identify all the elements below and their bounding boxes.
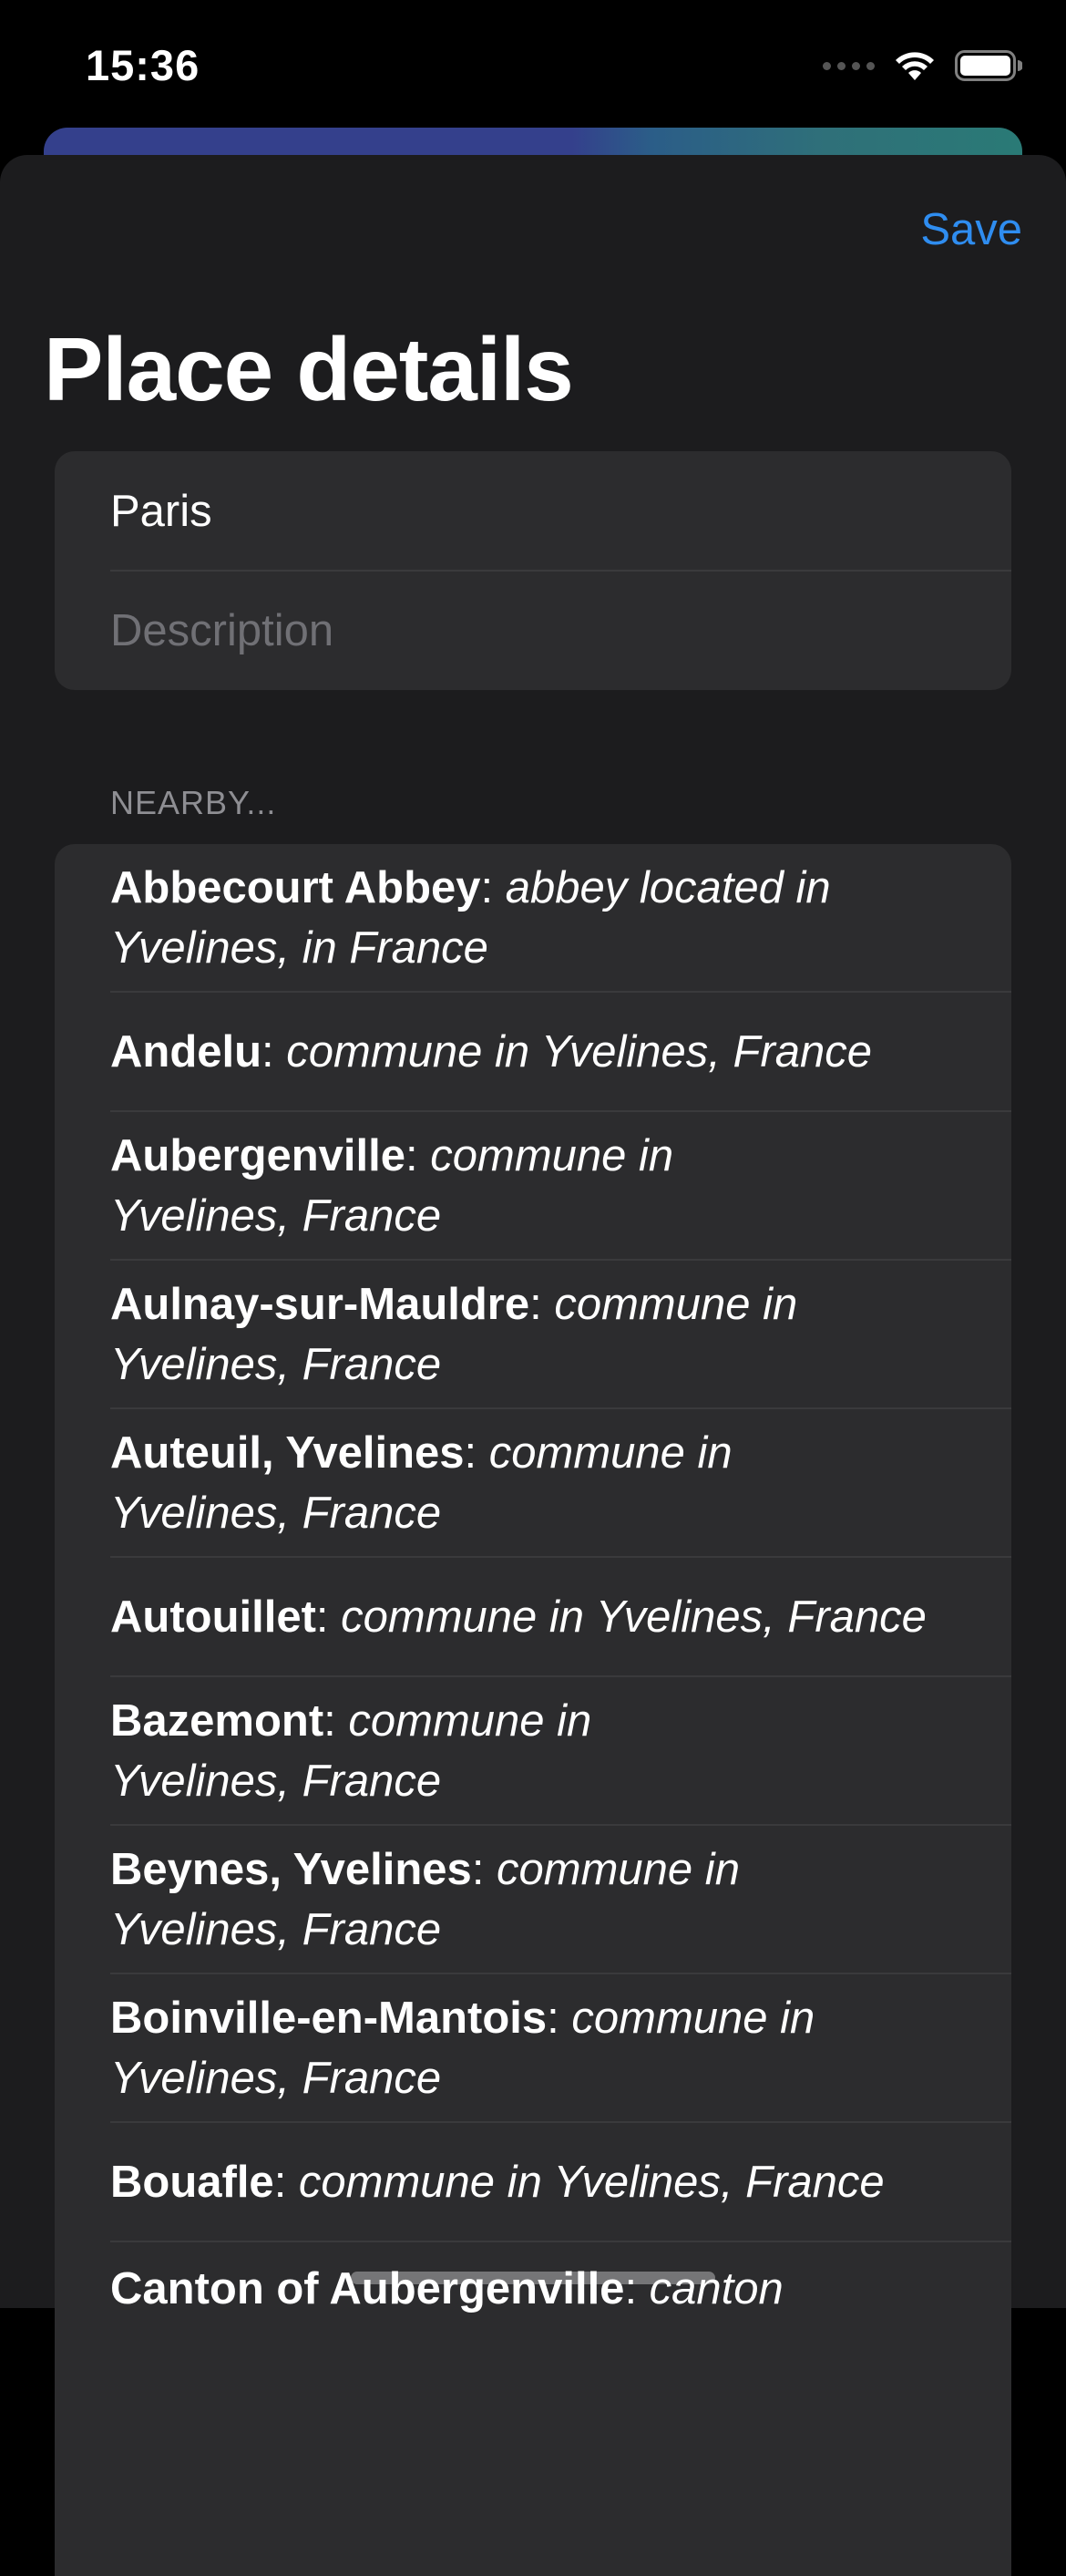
list-item-text: Aubergenville: commune in Yvelines, Franc… [110,1130,674,1241]
list-item[interactable]: Bazemont: commune in Yvelines, France [110,1677,975,1824]
place-name: Bazemont [110,1695,324,1746]
place-description: commune in [430,1130,674,1180]
place-name: Beynes, Yvelines [110,1844,472,1894]
list-item[interactable]: Auteuil, Yvelines: commune in Yvelines, F… [110,1409,975,1556]
list-item-text: Abbecourt Abbey: abbey located in Yveline… [110,862,831,973]
list-item-text: Boinville-en-Mantois: commune in Yvelines… [110,1993,815,2103]
status-bar: 15:36 [0,0,1066,137]
list-item[interactable]: Andelu: commune in Yvelines, France [110,993,975,1110]
place-name-field[interactable] [110,485,1011,537]
list-item-text: Auteuil, Yvelines: commune in Yvelines, F… [110,1427,733,1538]
place-description-line2: Yvelines, France [110,1756,442,1806]
list-item[interactable]: Aulnay-sur-Mauldre: commune in Yvelines, … [110,1261,975,1407]
list-item-text: Canton of Aubergenville: canton [110,2264,784,2313]
wifi-icon [896,52,934,80]
place-description: commune in Yvelines, France [298,2157,885,2207]
place-description: commune in [571,1993,815,2043]
battery-icon [955,50,1022,81]
list-item[interactable]: Canton of Aubergenville: canton [110,2242,975,2376]
list-item-text: Bouafle: commune in Yvelines, France [110,2157,885,2207]
place-description: commune in [348,1695,592,1746]
place-details-sheet: Save Place details NEARBY... Abbecourt A… [0,155,1066,2576]
place-name: Autouillet [110,1592,316,1642]
list-item[interactable]: Autouillet: commune in Yvelines, France [110,1558,975,1675]
place-description-line2: Yvelines, France [110,1339,442,1389]
place-description-line2: Yvelines, France [110,1190,442,1241]
place-description: abbey located in [505,862,831,912]
place-description-line2: Yvelines, France [110,1904,442,1954]
list-item[interactable]: Abbecourt Abbey: abbey located in Yveline… [110,844,975,991]
list-item[interactable]: Aubergenville: commune in Yvelines, Franc… [110,1112,975,1259]
place-form [55,451,1011,690]
place-name: Andelu [110,1026,262,1077]
list-item-text: Autouillet: commune in Yvelines, France [110,1592,927,1642]
place-description: commune in Yvelines, France [341,1592,927,1642]
place-name: Auteuil, Yvelines [110,1427,465,1478]
nearby-list: Abbecourt Abbey: abbey located in Yveline… [55,844,1011,2576]
place-name: Bouafle [110,2157,274,2207]
list-item[interactable]: Beynes, Yvelines: commune in Yvelines, Fr… [110,1826,975,1973]
place-description-line2: Yvelines, France [110,2053,442,2103]
place-name: Boinville-en-Mantois [110,1993,548,2043]
place-description: commune in [488,1427,733,1478]
save-button[interactable]: Save [920,204,1022,255]
place-description: commune in [554,1279,798,1329]
place-name: Aubergenville [110,1130,406,1180]
description-row [110,571,1011,690]
nearby-section-header: NEARBY... [110,784,277,821]
place-description-line2: Yvelines, in France [110,922,488,973]
list-item-text: Bazemont: commune in Yvelines, France [110,1695,592,1806]
place-description-line2: Yvelines, France [110,1488,442,1538]
list-item[interactable]: Boinville-en-Mantois: commune in Yvelines… [110,1974,975,2121]
list-item-text: Andelu: commune in Yvelines, France [110,1026,873,1077]
place-name: Aulnay-sur-Mauldre [110,1279,530,1329]
place-description: commune in Yvelines, France [286,1026,873,1077]
place-description: commune in [497,1844,740,1894]
home-indicator[interactable] [351,2272,715,2284]
cellular-signal-icon [823,61,875,70]
status-time: 15:36 [86,41,200,89]
list-item-text: Beynes, Yvelines: commune in Yvelines, Fr… [110,1844,740,1954]
status-icons [823,47,1022,84]
description-field[interactable] [110,604,1011,656]
list-item-text: Aulnay-sur-Mauldre: commune in Yvelines, … [110,1279,798,1389]
place-name: Abbecourt Abbey [110,862,481,912]
page-title: Place details [44,319,574,419]
name-row [110,451,1011,571]
list-item[interactable]: Bouafle: commune in Yvelines, France [110,2123,975,2241]
